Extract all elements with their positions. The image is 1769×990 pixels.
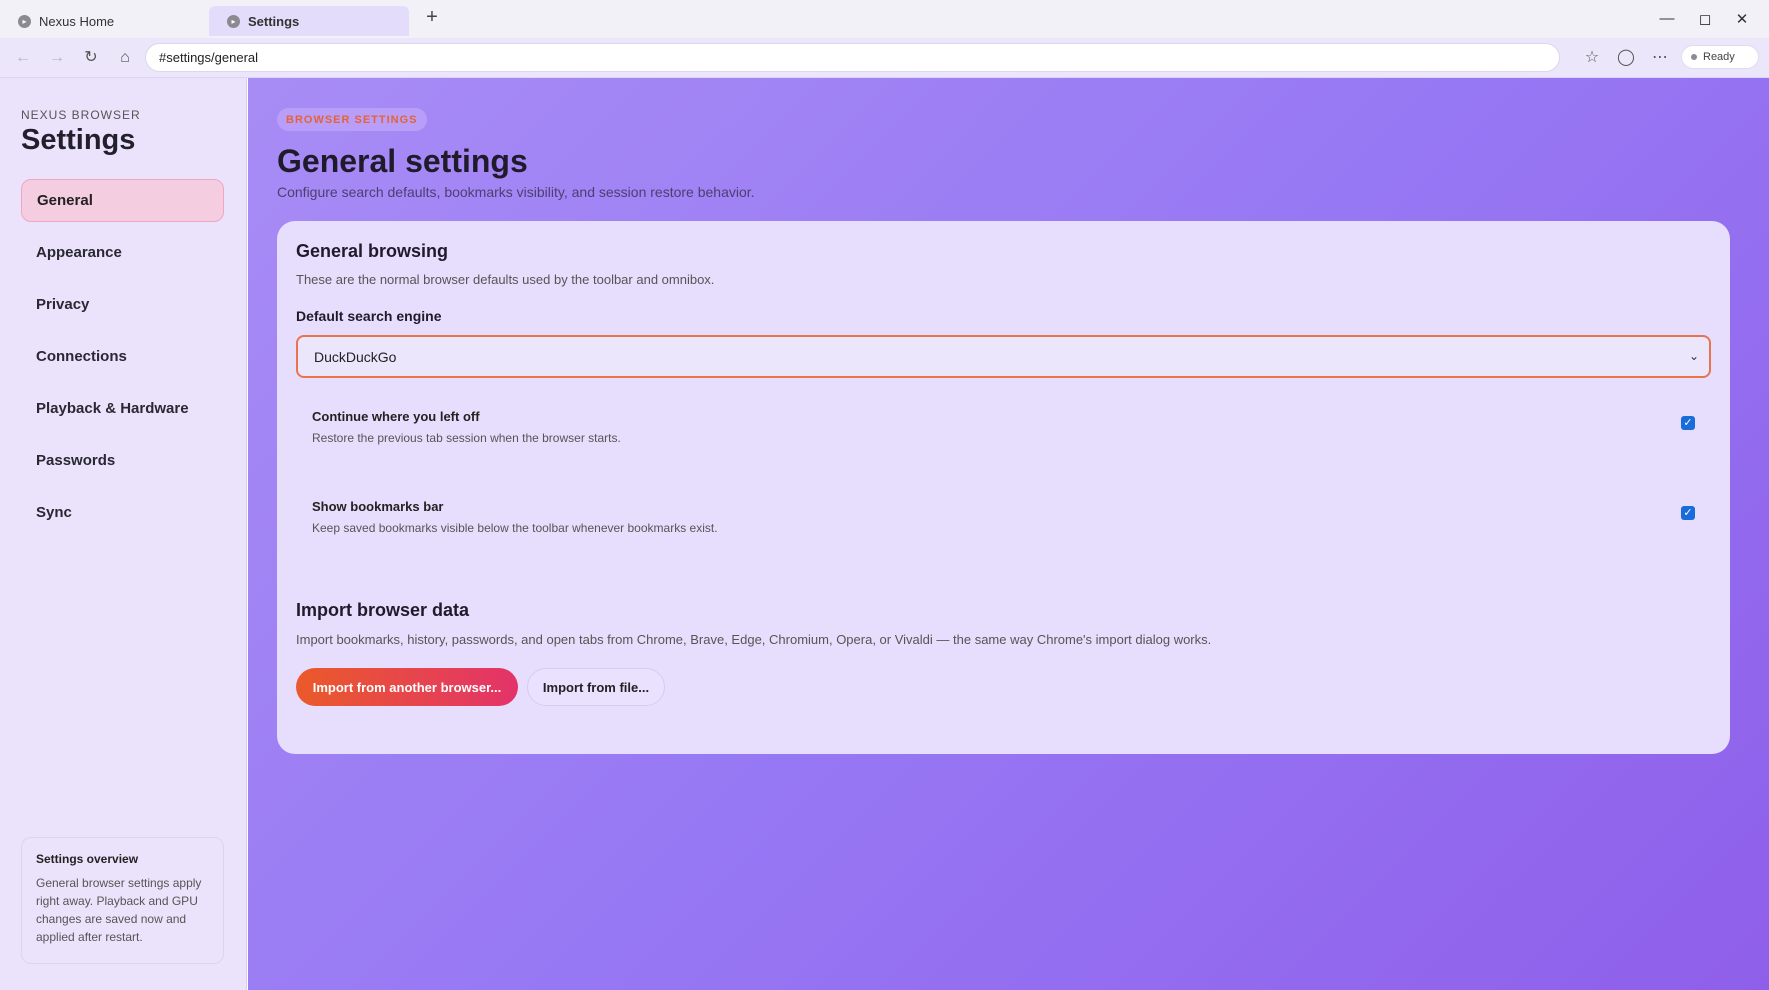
- general-browsing-heading: General browsing: [296, 241, 449, 261]
- status-dot-icon: [1691, 54, 1697, 60]
- status-text: Ready: [1703, 51, 1735, 63]
- tab-strip: ▸ Nexus Home ▸ Settings + — ◻ ✕: [0, 0, 1769, 38]
- setting-description: Keep saved bookmarks visible below the t…: [312, 521, 718, 535]
- sidebar-item-appearance[interactable]: Appearance: [21, 231, 224, 274]
- reload-icon[interactable]: ↻: [79, 46, 103, 70]
- setting-title: Continue where you left off: [312, 409, 480, 424]
- page-title: General settings: [277, 143, 528, 179]
- new-tab-button[interactable]: +: [422, 6, 442, 32]
- sidebar-item-sync[interactable]: Sync: [21, 491, 224, 534]
- sidebar: NEXUS BROWSER Settings General Appearanc…: [0, 78, 247, 990]
- import-from-browser-button[interactable]: Import from another browser...: [296, 668, 518, 706]
- tab-settings[interactable]: ▸ Settings: [209, 6, 409, 36]
- chevron-right-icon: ▸: [227, 14, 240, 28]
- setting-row-continue: Continue where you left off Restore the …: [296, 399, 1711, 469]
- status-badge: Ready: [1681, 45, 1759, 69]
- page-subtitle: Configure search defaults, bookmarks vis…: [277, 184, 755, 200]
- sidebar-item-general[interactable]: General: [21, 179, 224, 222]
- import-from-file-button[interactable]: Import from file...: [527, 668, 665, 706]
- star-icon[interactable]: ☆: [1580, 46, 1604, 70]
- tab-label: Settings: [248, 13, 300, 29]
- setting-description: Restore the previous tab session when th…: [312, 431, 621, 445]
- import-description: Import bookmarks, history, passwords, an…: [296, 632, 1212, 647]
- minimize-icon[interactable]: —: [1658, 10, 1676, 30]
- general-browsing-description: These are the normal browser defaults us…: [296, 272, 715, 287]
- chevron-right-icon: ▸: [18, 14, 31, 28]
- settings-card: General browsing These are the normal br…: [277, 221, 1730, 754]
- search-engine-value: DuckDuckGo: [314, 349, 397, 365]
- search-engine-label: Default search engine: [296, 308, 442, 324]
- address-bar[interactable]: #settings/general: [145, 43, 1560, 72]
- chevron-down-icon: ⌄: [1688, 349, 1699, 363]
- forward-icon[interactable]: →: [45, 46, 69, 70]
- back-icon[interactable]: ←: [11, 46, 35, 70]
- setting-title: Show bookmarks bar: [312, 499, 444, 514]
- toolbar: ← → ↻ ⌂ #settings/general ☆ ◯ ⋯ Ready: [0, 38, 1769, 78]
- show-bookmarks-checkbox[interactable]: ✓: [1681, 506, 1695, 520]
- search-engine-select[interactable]: DuckDuckGo ⌄: [296, 335, 1711, 378]
- continue-session-checkbox[interactable]: ✓: [1681, 416, 1695, 430]
- settings-overview-card: Settings overview General browser settin…: [21, 837, 224, 964]
- brand-label: NEXUS BROWSER: [21, 108, 141, 122]
- main-content: BROWSER SETTINGS General settings Config…: [248, 78, 1769, 990]
- overview-title: Settings overview: [36, 852, 139, 866]
- sidebar-item-privacy[interactable]: Privacy: [21, 283, 224, 326]
- maximize-icon[interactable]: ◻: [1696, 10, 1714, 30]
- tab-label: Nexus Home: [39, 13, 115, 29]
- tab-nexus-home[interactable]: ▸ Nexus Home: [0, 6, 200, 36]
- home-icon[interactable]: ⌂: [113, 46, 137, 70]
- sidebar-item-passwords[interactable]: Passwords: [21, 439, 224, 482]
- import-heading: Import browser data: [296, 600, 470, 620]
- setting-row-bookmarks-bar: Show bookmarks bar Keep saved bookmarks …: [296, 489, 1711, 559]
- sidebar-item-playback-hardware[interactable]: Playback & Hardware: [21, 387, 224, 430]
- overview-text: General browser settings apply right awa…: [36, 876, 202, 944]
- sidebar-title: Settings: [21, 124, 136, 156]
- shield-icon[interactable]: ◯: [1614, 46, 1638, 70]
- sidebar-item-connections[interactable]: Connections: [21, 335, 224, 378]
- section-badge: BROWSER SETTINGS: [277, 108, 427, 131]
- close-icon[interactable]: ✕: [1733, 10, 1751, 30]
- more-icon[interactable]: ⋯: [1648, 46, 1672, 70]
